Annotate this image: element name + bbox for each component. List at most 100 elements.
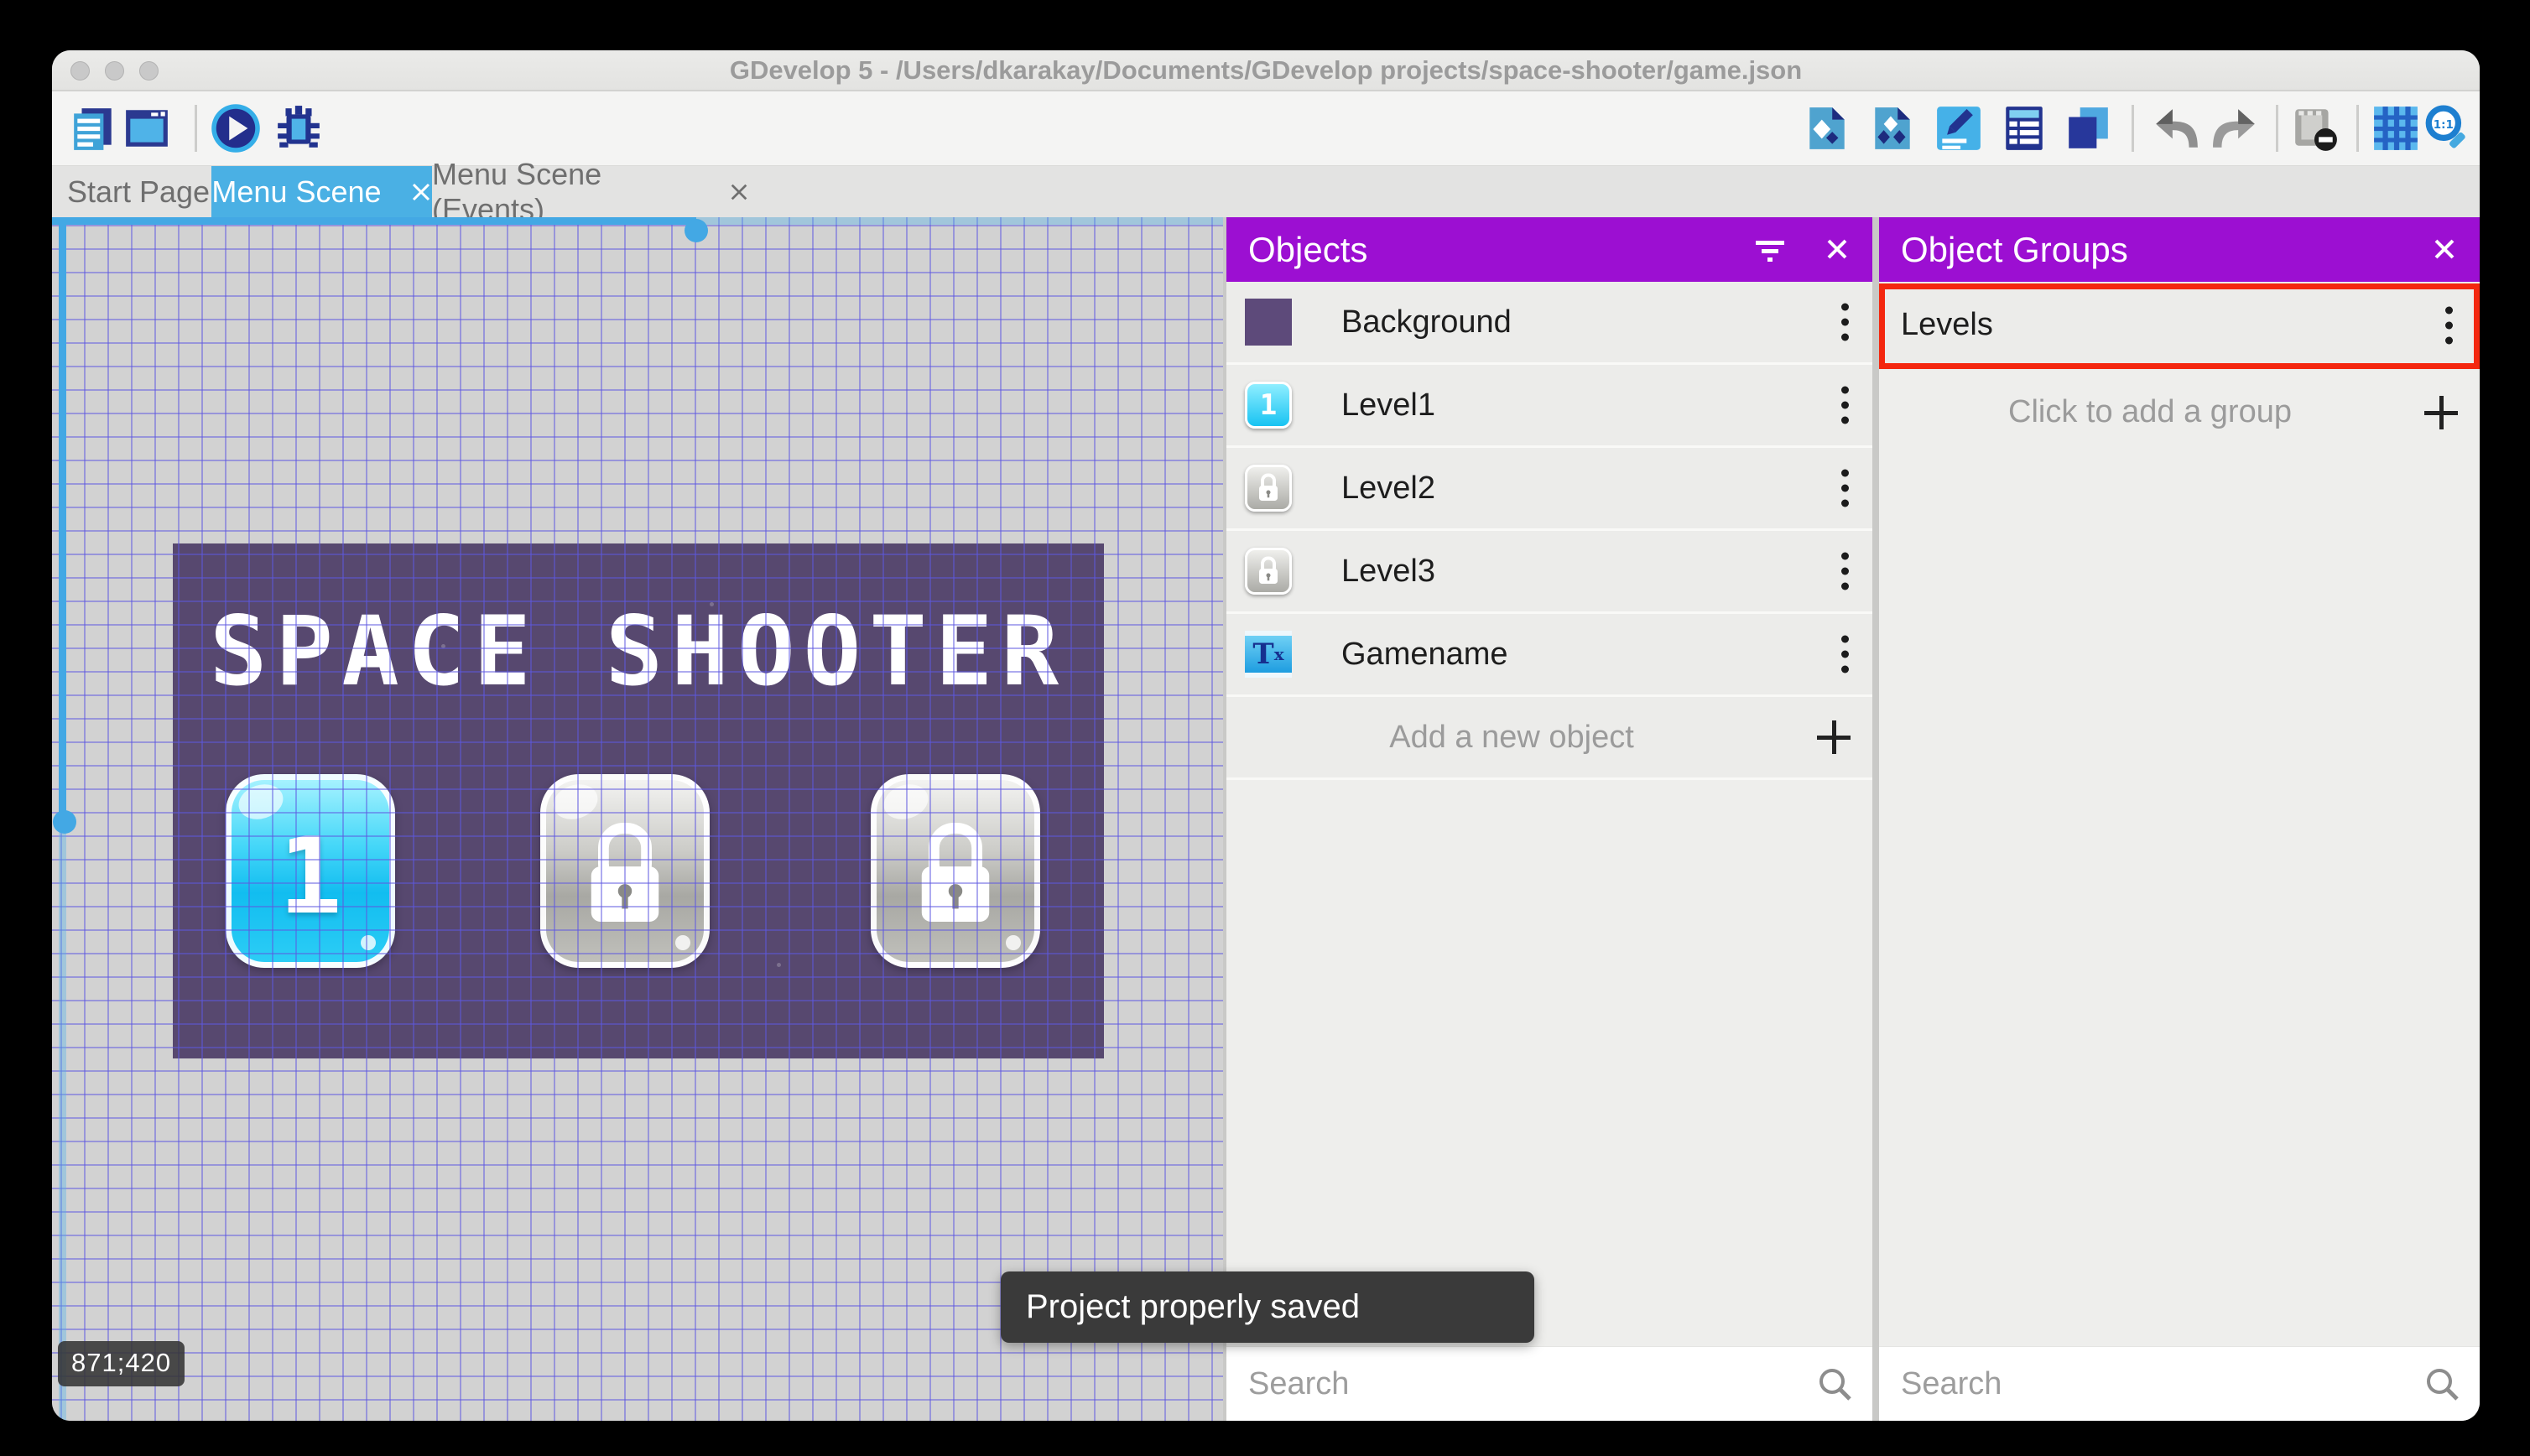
group-name: Levels — [1901, 307, 1993, 342]
objects-search-bar — [1226, 1346, 1872, 1421]
filter-icon[interactable] — [1755, 237, 1785, 263]
star-speck — [777, 963, 781, 967]
undo-icon[interactable] — [2152, 104, 2200, 153]
editor-tab-bar: Start Page Menu Scene Menu Scene (Events… — [52, 157, 2480, 226]
star-speck — [953, 669, 957, 673]
text-object-thumbnail-icon: Tx — [1245, 631, 1292, 678]
horizontal-scrollbar[interactable] — [52, 217, 1223, 242]
plus-icon[interactable] — [1817, 720, 1851, 754]
level2-locked-button-instance[interactable] — [540, 774, 710, 968]
horizontal-scrollbar-handle[interactable] — [685, 219, 708, 242]
level1-number: 1 — [279, 814, 342, 938]
gdevelop-window: GDevelop 5 - /Users/dkarakay/Documents/G… — [52, 50, 2480, 1421]
row-menu-icon[interactable] — [1841, 386, 1849, 424]
lock-thumbnail-icon — [1245, 465, 1292, 512]
svg-text:1:1: 1:1 — [2434, 119, 2454, 132]
toolbar-separator — [2276, 105, 2278, 152]
object-name: Level2 — [1341, 470, 1435, 506]
edit-scene-properties-icon[interactable] — [1934, 104, 1983, 153]
row-menu-icon[interactable] — [1841, 635, 1849, 673]
game-title-text-object[interactable]: SPACE SHOOTER — [173, 595, 1104, 707]
tab-menu-scene-events[interactable]: Menu Scene (Events) — [432, 157, 749, 226]
start-page-icon[interactable] — [122, 104, 171, 153]
tab-label: Start Page — [66, 174, 211, 209]
object-name: Gamename — [1341, 636, 1508, 672]
row-menu-icon[interactable] — [1841, 303, 1849, 341]
background-thumbnail-icon — [1245, 299, 1292, 346]
lock-thumbnail-icon — [1245, 548, 1292, 595]
search-icon — [2427, 1369, 2459, 1401]
row-menu-icon[interactable] — [1841, 552, 1849, 590]
add-group-label: Click to add a group — [2008, 394, 2292, 429]
horizontal-scrollbar-thumb[interactable] — [52, 217, 696, 225]
level1-button-instance[interactable]: 1 — [226, 774, 395, 968]
open-objects-editor-icon[interactable] — [1803, 104, 1851, 153]
traffic-light-minimize-button[interactable] — [105, 61, 124, 81]
lock-icon — [591, 822, 659, 922]
object-row-level3[interactable]: Level3 — [1226, 531, 1872, 614]
tab-menu-scene[interactable]: Menu Scene — [211, 166, 432, 218]
object-groups-panel-header: Object Groups — [1879, 217, 2480, 282]
vertical-scrollbar-handle[interactable] — [53, 810, 76, 834]
traffic-light-close-button[interactable] — [70, 61, 90, 81]
panel-divider[interactable] — [1872, 217, 1879, 1421]
open-layers-list-icon[interactable] — [2000, 104, 2048, 153]
zoom-1-1-icon[interactable]: 1:1 — [2423, 104, 2471, 153]
close-icon[interactable] — [410, 181, 432, 203]
level1-thumbnail-icon: 1 — [1245, 382, 1292, 429]
groups-search-bar — [1879, 1346, 2480, 1421]
add-group-row[interactable]: Click to add a group — [1879, 371, 2480, 454]
open-instances-list-icon[interactable] — [2064, 104, 2112, 153]
toggle-grid-icon[interactable] — [2371, 104, 2420, 153]
row-menu-icon[interactable] — [2445, 306, 2453, 344]
object-row-background[interactable]: Background — [1226, 282, 1872, 365]
project-manager-icon[interactable] — [70, 104, 118, 153]
object-row-gamename[interactable]: Tx Gamename — [1226, 614, 1872, 697]
plus-icon[interactable] — [2424, 395, 2458, 429]
star-speck — [441, 644, 445, 648]
tab-start-page[interactable]: Start Page — [65, 166, 211, 218]
lock-icon — [921, 822, 990, 922]
search-icon — [1819, 1369, 1851, 1401]
cursor-coordinates-badge: 871;420 — [58, 1341, 185, 1386]
close-icon[interactable] — [729, 181, 749, 203]
open-object-groups-icon[interactable] — [1868, 104, 1917, 153]
window-title: GDevelop 5 - /Users/dkarakay/Documents/G… — [729, 55, 1803, 85]
objects-panel-title: Objects — [1248, 229, 1368, 269]
toast-message: Project properly saved — [1026, 1288, 1360, 1325]
vertical-scrollbar[interactable] — [53, 217, 76, 1421]
preview-play-icon[interactable] — [210, 102, 260, 153]
debug-icon[interactable] — [274, 104, 323, 153]
close-icon[interactable] — [1824, 236, 1851, 263]
objects-search-input[interactable] — [1248, 1347, 1733, 1421]
objects-panel: Objects Background 1 Level1 Level2 Level… — [1226, 217, 1872, 1421]
object-name: Level3 — [1341, 553, 1435, 589]
title-bar: GDevelop 5 - /Users/dkarakay/Documents/G… — [52, 50, 2480, 91]
add-object-row[interactable]: Add a new object — [1226, 697, 1872, 780]
group-row-levels[interactable]: Levels — [1879, 284, 2480, 368]
row-menu-icon[interactable] — [1841, 469, 1849, 507]
main-toolbar: 1:1 — [52, 91, 2480, 165]
toolbar-separator — [195, 105, 197, 152]
object-row-level2[interactable]: Level2 — [1226, 448, 1872, 531]
toggle-window-mask-icon[interactable] — [2291, 104, 2340, 153]
vertical-scrollbar-thumb[interactable] — [59, 217, 66, 822]
toolbar-separator — [2356, 105, 2359, 152]
object-name: Level1 — [1341, 387, 1435, 423]
object-name: Background — [1341, 304, 1512, 340]
object-groups-panel: Object Groups Levels Click to add a grou… — [1879, 217, 2480, 1421]
toolbar-separator — [2132, 105, 2134, 152]
objects-panel-header: Objects — [1226, 217, 1872, 282]
close-icon[interactable] — [2431, 236, 2458, 263]
scene-canvas[interactable]: SPACE SHOOTER 1 871;420 — [52, 217, 1223, 1421]
object-groups-panel-title: Object Groups — [1901, 229, 2128, 269]
scene-background-object[interactable]: SPACE SHOOTER 1 — [173, 543, 1104, 1058]
star-speck — [710, 602, 714, 606]
traffic-light-zoom-button[interactable] — [139, 61, 159, 81]
level3-locked-button-instance[interactable] — [871, 774, 1040, 968]
add-object-label: Add a new object — [1389, 719, 1634, 755]
desktop-background: GDevelop 5 - /Users/dkarakay/Documents/G… — [0, 0, 2530, 1456]
object-row-level1[interactable]: 1 Level1 — [1226, 365, 1872, 448]
redo-icon[interactable] — [2210, 104, 2259, 153]
groups-search-input[interactable] — [1901, 1347, 2351, 1421]
